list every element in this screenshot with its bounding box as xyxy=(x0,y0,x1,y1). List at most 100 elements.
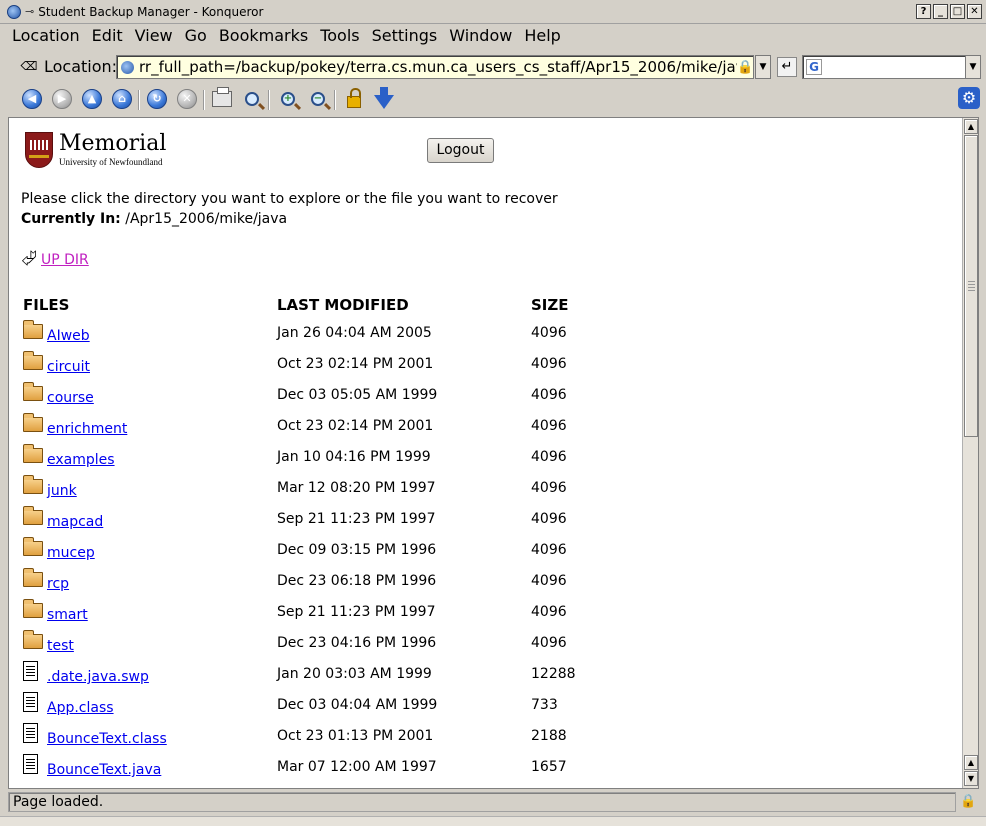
maximize-window-button[interactable]: □ xyxy=(950,4,965,19)
last-modified-cell: Dec 23 06:18 PM 1996 xyxy=(277,573,437,589)
size-cell: 4096 xyxy=(531,635,567,651)
menu-settings[interactable]: Settings xyxy=(366,25,444,47)
folder-link[interactable]: enrichment xyxy=(47,421,127,437)
download-button[interactable] xyxy=(372,87,396,111)
status-lock-icon[interactable]: 🔒 xyxy=(960,794,976,810)
folder-link[interactable]: smart xyxy=(47,607,88,623)
last-modified-cell: Sep 21 11:23 PM 1997 xyxy=(277,604,436,620)
last-modified-cell: Mar 07 12:00 AM 1997 xyxy=(277,759,437,775)
scroll-up-arrow-bottom[interactable]: ▲ xyxy=(964,755,978,770)
menu-edit[interactable]: Edit xyxy=(86,25,129,47)
folder-icon[interactable] xyxy=(23,413,43,432)
reload-button[interactable]: ↻ xyxy=(145,87,169,111)
current-label: Currently In: xyxy=(21,211,121,227)
file-link[interactable]: BounceText.class xyxy=(47,731,167,747)
last-modified-cell: Oct 23 02:14 PM 2001 xyxy=(277,418,434,434)
table-row: App.class Dec 03 04:04 AM 1999 733 xyxy=(9,691,949,722)
window-bottom-edge xyxy=(0,816,986,826)
menu-help[interactable]: Help xyxy=(518,25,566,47)
current-path: /Apr15_2006/mike/java xyxy=(120,211,288,227)
find-button[interactable] xyxy=(240,87,264,111)
pin-icon[interactable]: ⊸ xyxy=(25,5,34,18)
folder-icon[interactable] xyxy=(23,630,43,649)
konqueror-app-icon[interactable] xyxy=(7,4,21,19)
menu-bookmarks[interactable]: Bookmarks xyxy=(213,25,314,47)
menu-go[interactable]: Go xyxy=(179,25,213,47)
folder-icon[interactable] xyxy=(23,537,43,556)
back-arrow-icon: ◀ xyxy=(22,89,42,109)
document-icon[interactable] xyxy=(23,754,38,774)
logout-button[interactable]: Logout xyxy=(427,138,494,163)
clear-location-icon[interactable]: ⌫ xyxy=(20,59,38,73)
window-title: Student Backup Manager - Konqueror xyxy=(38,4,264,19)
up-dir-arrow-icon[interactable]: ⮰ xyxy=(21,248,37,268)
folder-icon[interactable] xyxy=(23,444,43,463)
status-bar: Page loaded. 🔒 xyxy=(0,790,986,814)
scroll-up-arrow[interactable]: ▲ xyxy=(964,119,978,134)
folder-link[interactable]: examples xyxy=(47,452,115,468)
menu-view[interactable]: View xyxy=(129,25,179,47)
back-button[interactable]: ◀ xyxy=(20,87,44,111)
close-window-button[interactable]: ✕ xyxy=(967,4,982,19)
url-text[interactable]: rr_full_path=/backup/pokey/terra.cs.mun.… xyxy=(139,58,737,76)
menu-tools[interactable]: Tools xyxy=(314,25,365,47)
page-favicon-icon xyxy=(121,60,134,74)
home-button[interactable]: ⌂ xyxy=(110,87,134,111)
search-input[interactable]: G xyxy=(802,55,966,79)
secure-lock-icon: 🔒 xyxy=(737,59,754,75)
table-row: BounceText.class Oct 23 01:13 PM 2001 2188 xyxy=(9,722,949,753)
home-icon: ⌂ xyxy=(112,89,132,109)
print-button[interactable] xyxy=(210,87,234,111)
zoom-out-button[interactable]: − xyxy=(306,87,330,111)
zoom-in-button[interactable]: + xyxy=(276,87,300,111)
folder-link[interactable]: circuit xyxy=(47,359,90,375)
menu-location[interactable]: Location xyxy=(0,25,86,47)
vertical-scrollbar[interactable]: ▲ ▲ ▼ xyxy=(962,118,978,788)
scroll-down-arrow[interactable]: ▼ xyxy=(964,771,978,786)
folder-link[interactable]: test xyxy=(47,638,74,654)
url-history-dropdown[interactable]: ▼ xyxy=(755,55,771,79)
folder-icon[interactable] xyxy=(23,599,43,618)
table-row: BounceText.java Mar 07 12:00 AM 1997 1657 xyxy=(9,753,949,784)
document-icon[interactable] xyxy=(23,661,38,681)
last-modified-cell: Dec 23 04:16 PM 1996 xyxy=(277,635,437,651)
folder-icon[interactable] xyxy=(23,351,43,370)
file-link[interactable]: BounceText.java xyxy=(47,762,161,778)
folder-icon[interactable] xyxy=(23,568,43,587)
logo-subtitle: University of Newfoundland xyxy=(59,157,163,167)
stop-button[interactable]: ✕ xyxy=(175,87,199,111)
folder-icon[interactable] xyxy=(23,320,43,339)
last-modified-cell: Oct 23 01:13 PM 2001 xyxy=(277,728,434,744)
padlock-icon xyxy=(347,88,361,108)
last-modified-cell: Mar 12 08:20 PM 1997 xyxy=(277,480,436,496)
google-search-icon[interactable]: G xyxy=(806,59,822,75)
search-engine-dropdown[interactable]: ▼ xyxy=(965,55,981,79)
security-button[interactable] xyxy=(342,87,366,111)
go-enter-icon[interactable]: ↵ xyxy=(777,57,797,77)
file-link[interactable]: .date.java.swp xyxy=(47,669,149,685)
folder-link[interactable]: course xyxy=(47,390,94,406)
folder-link[interactable]: mapcad xyxy=(47,514,103,530)
gear-icon[interactable]: ⚙ xyxy=(958,87,980,109)
folder-link[interactable]: junk xyxy=(47,483,77,499)
document-icon[interactable] xyxy=(23,692,38,712)
menu-window[interactable]: Window xyxy=(443,25,518,47)
up-dir-link[interactable]: UP DIR xyxy=(41,252,89,268)
folder-link[interactable]: mucep xyxy=(47,545,95,561)
folder-link[interactable]: rcp xyxy=(47,576,69,592)
location-bar: ⌫ Location: rr_full_path=/backup/pokey/t… xyxy=(0,50,986,82)
help-window-button[interactable]: ? xyxy=(916,4,931,19)
folder-icon[interactable] xyxy=(23,382,43,401)
forward-button[interactable]: ▶ xyxy=(50,87,74,111)
scroll-thumb[interactable] xyxy=(964,135,978,437)
table-row: .date.java.swp Jan 20 03:03 AM 1999 12288 xyxy=(9,660,949,691)
folder-icon[interactable] xyxy=(23,475,43,494)
url-input[interactable]: rr_full_path=/backup/pokey/terra.cs.mun.… xyxy=(116,55,754,79)
instruction-text: Please click the directory you want to e… xyxy=(21,191,558,207)
up-button[interactable]: ▲ xyxy=(80,87,104,111)
folder-icon[interactable] xyxy=(23,506,43,525)
document-icon[interactable] xyxy=(23,723,38,743)
folder-link[interactable]: AIweb xyxy=(47,328,90,344)
file-link[interactable]: App.class xyxy=(47,700,114,716)
minimize-window-button[interactable]: _ xyxy=(933,4,948,19)
